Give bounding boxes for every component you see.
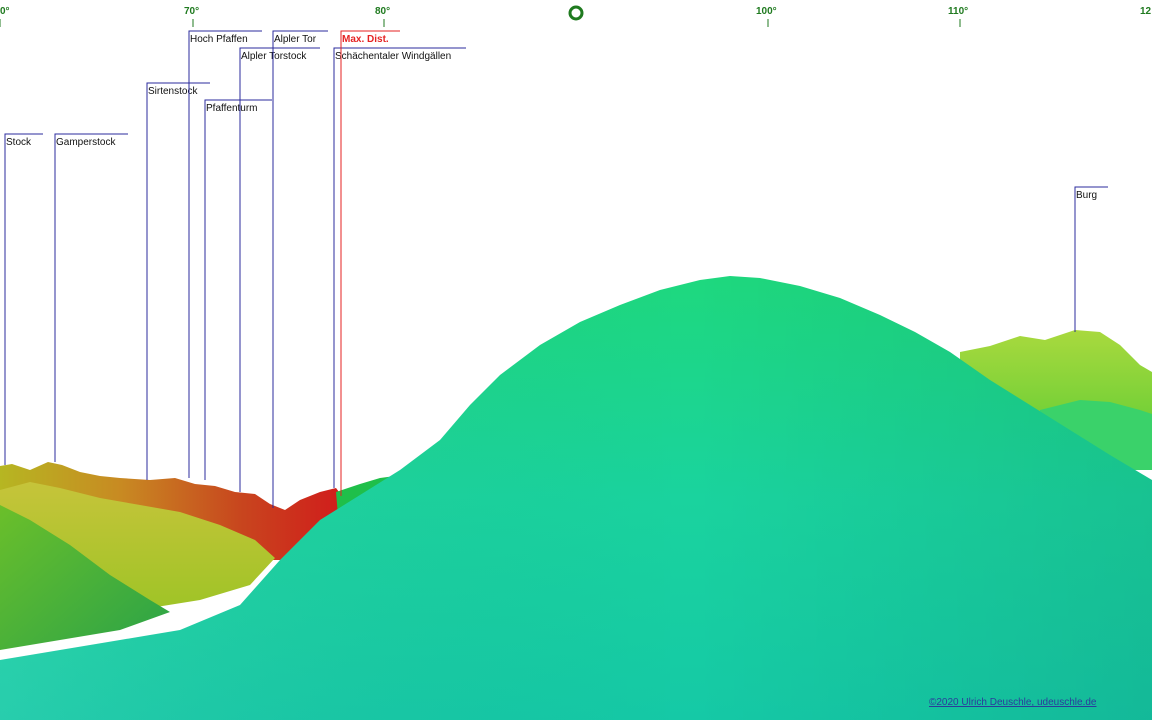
compass-tick-label: 12 [1140,6,1152,17]
copyright-link[interactable]: ©2020 Ulrich Deuschle, udeuschle.de [929,697,1096,708]
peak-label-hoch-pfaffen[interactable]: Hoch Pfaffen [188,30,262,478]
peak-name: Stock [6,137,32,148]
north-marker-icon [568,5,584,21]
peak-label-gamperstock[interactable]: Gamperstock [54,133,128,462]
peak-label-alpler-torstock[interactable]: Alpler Torstock [239,47,320,492]
peak-name: Hoch Pfaffen [190,34,248,45]
compass-tick-label: 0° [0,6,10,17]
peak-name: Sirtenstock [148,86,198,97]
compass-tick-label: 110° [948,6,968,17]
peak-label-sirtenstock[interactable]: Sirtenstock [146,82,210,480]
peak-name: Gamperstock [56,137,116,148]
compass-scale: 0° 70° 80° 100° 110° 12 [0,5,1152,27]
max-dist-label: Max. Dist. [342,34,389,45]
peak-label-alpler-tor[interactable]: Alpler Tor [272,30,328,508]
compass-tick-label: 100° [756,6,777,17]
peak-name: Schächentaler Windgällen [335,51,451,62]
peak-name: Pfaffenturm [206,103,258,114]
panorama-view: 0° 70° 80° 100° 110° 12 Stock Gamperstoc… [0,5,1152,720]
peak-name: Alpler Tor [274,34,317,45]
peak-label-stock[interactable]: Stock [4,133,43,465]
peak-name: Burg [1076,190,1097,201]
peak-label-schaechentaler-windgaellen[interactable]: Schächentaler Windgällen [333,47,466,488]
peak-name: Alpler Torstock [241,51,307,62]
max-dist-marker[interactable]: Max. Dist. [340,30,400,496]
compass-tick-label: 70° [184,6,199,17]
peak-label-burg[interactable]: Burg [1074,186,1108,332]
peak-label-pfaffenturm[interactable]: Pfaffenturm [204,99,272,480]
compass-tick-label: 80° [375,6,390,17]
